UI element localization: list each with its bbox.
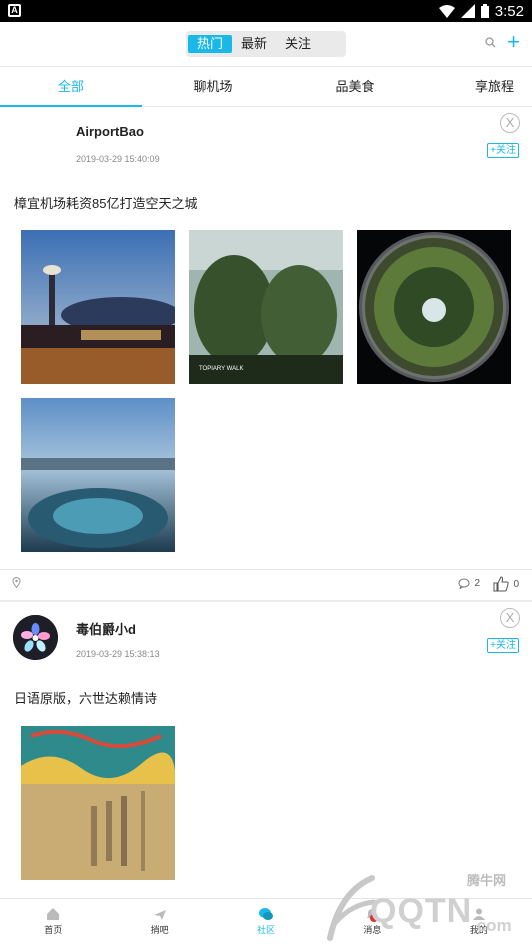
tab-airport-chat[interactable]: 聊机场 [142,67,284,106]
home-icon [47,908,60,920]
nav-home[interactable]: 首页 [0,899,106,944]
signal-icon [460,4,475,18]
post-image-topiary[interactable]: TOPIARY WALK [189,230,343,384]
comment-icon [458,578,470,589]
post-actions: 2 0 [0,570,532,600]
comment-count: 2 [474,578,480,589]
follow-button[interactable]: +关注 [487,143,519,158]
tab-food[interactable]: 品美食 [284,67,426,106]
watermark-brand: QQTN [370,892,473,930]
nav-community-label: 社区 [257,925,276,935]
post-timestamp: 2019-03-29 15:38:13 [76,649,160,659]
svg-text:TOPIARY WALK: TOPIARY WALK [199,366,243,372]
avatar[interactable] [13,615,58,660]
segment-latest[interactable]: 最新 [232,35,276,53]
segment-hot[interactable]: 热门 [188,35,233,53]
tab-all[interactable]: 全部 [0,67,142,107]
post-image-book[interactable] [21,726,175,880]
post-text: 日语原版，六世达赖情诗 [14,691,158,706]
battery-icon [480,4,489,18]
post-card: 毒伯爵小d 2019-03-29 15:38:13 X +关注 日语原版，六世达… [0,602,532,898]
thumbs-up-icon [493,576,510,592]
follow-button[interactable]: +关注 [487,638,519,653]
post-image-aerial[interactable] [21,398,175,552]
nav-shaoba-label: 捎吧 [150,925,169,935]
post-image-tower[interactable] [21,230,175,384]
app-notification-icon: A [8,4,21,17]
post-username[interactable]: AirportBao [76,124,144,139]
nav-home-label: 首页 [44,925,63,935]
comment-button[interactable]: 2 [458,578,480,589]
feed-segment-control: 热门 最新 关注 [186,31,346,57]
post-card: AirportBao 2019-03-29 15:40:09 X +关注 樟宜机… [0,107,532,602]
close-icon[interactable]: X [500,113,520,133]
plane-icon [153,910,166,920]
top-bar: 热门 最新 关注 + [0,22,532,67]
tab-travel[interactable]: 享旅程 [426,67,532,106]
location-icon[interactable] [12,577,21,588]
like-button[interactable]: 0 [493,576,519,592]
nav-community[interactable]: 社区 [213,899,319,944]
like-count: 0 [513,578,519,590]
post-text: 樟宜机场耗资85亿打造空天之城 [14,196,198,211]
post-username[interactable]: 毒伯爵小d [76,619,136,638]
post-image-dome[interactable] [357,230,511,384]
watermark: 腾牛网 QQTN .com [322,868,527,944]
nav-shaoba[interactable]: 捎吧 [106,899,212,944]
watermark-cn: 腾牛网 [467,873,507,888]
post-timestamp: 2019-03-29 15:40:09 [76,154,160,164]
search-icon[interactable] [485,37,496,48]
close-icon[interactable]: X [500,608,520,628]
watermark-suffix: .com [472,916,512,935]
status-bar: A 3:52 [0,0,532,22]
category-tabs: 全部 聊机场 品美食 享旅程 [0,67,532,107]
wifi-icon [438,4,455,18]
chat-icon [259,908,274,920]
status-time: 3:52 [494,2,524,20]
plus-icon[interactable]: + [507,31,520,53]
segment-following[interactable]: 关注 [276,35,320,53]
avatar[interactable] [13,118,58,163]
